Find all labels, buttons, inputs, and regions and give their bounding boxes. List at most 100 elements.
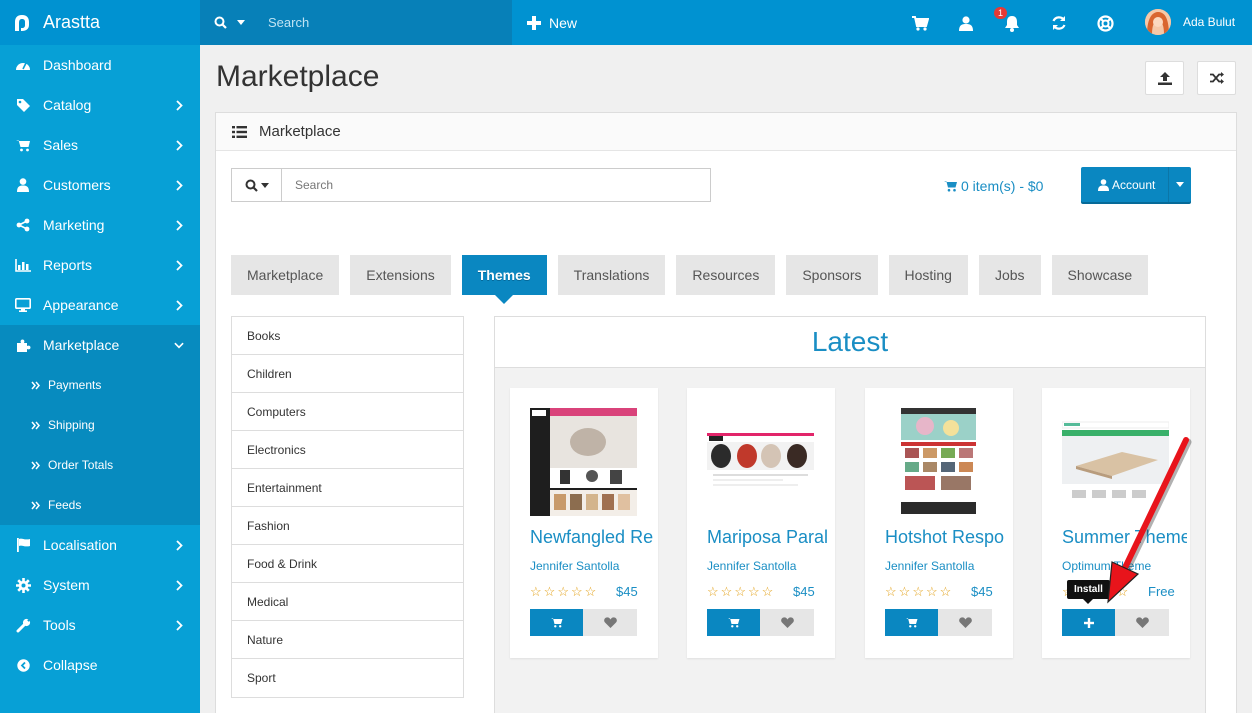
sidebar-item-marketing[interactable]: Marketing <box>0 205 200 245</box>
sidebar-item-catalog[interactable]: Catalog <box>0 85 200 125</box>
sidebar-item-marketplace[interactable]: Marketplace <box>0 325 200 365</box>
refresh-icon[interactable] <box>1048 12 1070 34</box>
heart-icon <box>780 617 794 628</box>
product-price: $45 <box>971 584 993 599</box>
user-menu[interactable]: Ada Bulut <box>1145 9 1235 35</box>
wishlist-button[interactable] <box>938 609 992 636</box>
user-icon[interactable] <box>955 12 977 34</box>
account-button-main[interactable]: Account <box>1081 167 1169 202</box>
sidebar-item-label: Customers <box>43 177 111 193</box>
plus-icon <box>1083 617 1094 628</box>
sidebar-item-appearance[interactable]: Appearance <box>0 285 200 325</box>
sidebar-item-label: Localisation <box>43 537 117 553</box>
install-button[interactable] <box>1062 609 1115 636</box>
star-empty-icon: ☆ <box>734 584 746 599</box>
sidebar-subitem-label: Feeds <box>48 498 82 512</box>
category-item[interactable]: Computers <box>232 393 463 431</box>
sidebar-item-localisation[interactable]: Localisation <box>0 525 200 565</box>
category-item[interactable]: Sport <box>232 659 463 697</box>
star-empty-icon: ☆ <box>939 584 952 599</box>
sidebar-item-label: Sales <box>43 137 79 153</box>
shuffle-button[interactable] <box>1197 61 1236 95</box>
category-item[interactable]: Children <box>232 355 463 393</box>
tab-jobs[interactable]: Jobs <box>978 255 1041 295</box>
wishlist-button[interactable] <box>760 609 814 636</box>
star-empty-icon: ☆ <box>570 584 583 599</box>
cart-icon <box>905 617 918 628</box>
account-dropdown-toggle[interactable] <box>1169 182 1191 187</box>
product-author[interactable]: Jennifer Santolla <box>707 559 832 573</box>
sidebar-subitem-label: Payments <box>48 378 102 392</box>
category-item[interactable]: Food & Drink <box>232 545 463 583</box>
panel-heading-label: Marketplace <box>259 123 341 140</box>
upload-button[interactable] <box>1145 61 1184 95</box>
sidebar-item-sales[interactable]: Sales <box>0 125 200 165</box>
tab-resources[interactable]: Resources <box>676 255 776 295</box>
product-title[interactable]: Hotshot Respo <box>885 527 1010 548</box>
flag-icon <box>15 537 31 553</box>
category-item[interactable]: Electronics <box>232 431 463 469</box>
chevron-right-icon <box>174 139 184 151</box>
global-search-input[interactable] <box>268 15 488 30</box>
product-thumbnail[interactable] <box>530 408 637 516</box>
chevron-right-icon <box>174 219 184 231</box>
brand[interactable]: Arastta <box>0 0 200 45</box>
cart-icon <box>15 137 31 153</box>
new-button-label: New <box>549 14 578 31</box>
sidebar-item-label: Marketing <box>43 217 105 233</box>
new-button[interactable]: New <box>527 0 577 45</box>
sidebar-item-customers[interactable]: Customers <box>0 165 200 205</box>
double-chevron-right-icon <box>30 461 40 470</box>
category-item[interactable]: Fashion <box>232 507 463 545</box>
chevron-right-icon <box>174 299 184 311</box>
sidebar-subitem-payments[interactable]: Payments <box>0 365 200 405</box>
sidebar-subitem-feeds[interactable]: Feeds <box>0 485 200 525</box>
marketplace-search-input[interactable] <box>295 178 695 192</box>
double-chevron-right-icon <box>30 501 40 510</box>
wishlist-button[interactable] <box>583 609 637 636</box>
tab-themes[interactable]: Themes <box>461 255 547 304</box>
product-thumbnail[interactable] <box>885 408 992 516</box>
sidebar-subitem-order-totals[interactable]: Order Totals <box>0 445 200 485</box>
add-to-cart-button[interactable] <box>885 609 938 636</box>
add-to-cart-button[interactable] <box>530 609 583 636</box>
chevron-right-icon <box>174 259 184 271</box>
product-thumbnail[interactable] <box>707 408 814 516</box>
product-author[interactable]: Jennifer Santolla <box>885 559 1010 573</box>
category-item[interactable]: Medical <box>232 583 463 621</box>
category-item[interactable]: Entertainment <box>232 469 463 507</box>
sidebar-item-reports[interactable]: Reports <box>0 245 200 285</box>
cart-icon <box>550 617 563 628</box>
tab-hosting[interactable]: Hosting <box>888 255 968 295</box>
product-title[interactable]: Mariposa Paral <box>707 527 832 548</box>
add-to-cart-button[interactable] <box>707 609 760 636</box>
tab-showcase[interactable]: Showcase <box>1051 255 1149 295</box>
search-filter-button[interactable] <box>232 169 282 201</box>
marketplace-search <box>231 168 711 202</box>
wishlist-button[interactable] <box>1115 609 1169 636</box>
cart-summary[interactable]: 0 item(s) - $0 <box>944 178 1043 194</box>
wrench-icon <box>15 617 31 633</box>
sidebar-subitem-shipping[interactable]: Shipping <box>0 405 200 445</box>
cart-summary-label: 0 item(s) - $0 <box>961 178 1044 194</box>
tab-marketplace[interactable]: Marketplace <box>231 255 340 295</box>
category-item[interactable]: Nature <box>232 621 463 659</box>
tab-extensions[interactable]: Extensions <box>350 255 451 295</box>
sidebar-item-tools[interactable]: Tools <box>0 605 200 645</box>
tab-translations[interactable]: Translations <box>557 255 666 295</box>
sidebar-item-system[interactable]: System <box>0 565 200 605</box>
cart-icon[interactable] <box>909 12 931 34</box>
bar-chart-icon <box>15 257 31 273</box>
shuffle-icon <box>1209 72 1224 84</box>
account-button[interactable]: Account <box>1081 167 1191 202</box>
search-icon[interactable] <box>212 16 228 29</box>
product-author[interactable]: Jennifer Santolla <box>530 559 655 573</box>
sidebar-item-collapse[interactable]: Collapse <box>0 645 200 685</box>
product-title[interactable]: Newfangled Re <box>530 527 655 548</box>
sidebar-item-dashboard[interactable]: Dashboard <box>0 45 200 85</box>
lifebuoy-icon[interactable] <box>1094 12 1116 34</box>
category-item[interactable]: Books <box>232 317 463 355</box>
tab-sponsors[interactable]: Sponsors <box>786 255 878 295</box>
chevron-down-icon[interactable] <box>236 20 246 25</box>
chevron-down-icon <box>174 339 184 351</box>
